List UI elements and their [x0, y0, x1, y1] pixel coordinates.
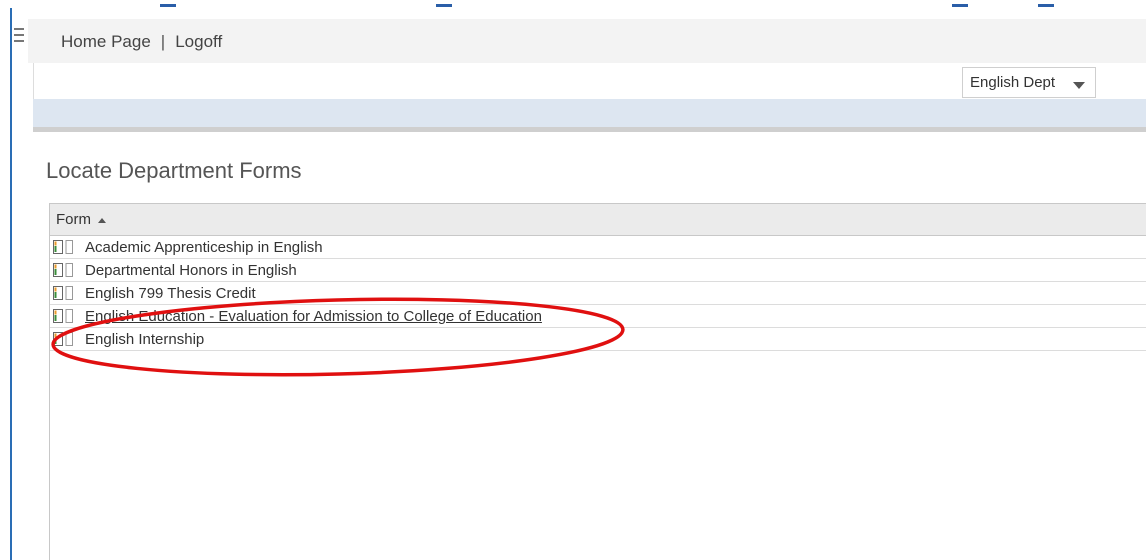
form-row[interactable]: English 799 Thesis Credit	[50, 282, 1146, 305]
hamburger-menu-icon[interactable]	[11, 24, 31, 52]
document-form-icon	[53, 309, 73, 323]
form-column-header[interactable]: Form	[56, 211, 91, 228]
sort-ascending-icon[interactable]	[98, 218, 106, 223]
browser-tab-indicator	[160, 4, 176, 7]
department-dropdown[interactable]: English Dept	[962, 67, 1096, 98]
form-row[interactable]: Academic Apprenticeship in English	[50, 236, 1146, 259]
top-nav: Home Page | Logoff	[61, 32, 222, 52]
home-page-link[interactable]: Home Page	[61, 32, 151, 51]
form-row[interactable]: English Education - Evaluation for Admis…	[50, 305, 1146, 328]
page-title: Locate Department Forms	[46, 158, 302, 183]
document-form-icon	[53, 332, 73, 346]
document-form-icon	[53, 263, 73, 277]
grid-header[interactable]: Form	[50, 203, 1146, 236]
window-frame-border	[10, 8, 12, 560]
forms-grid: Form Academic Apprenticeship in English …	[49, 203, 1146, 560]
form-row[interactable]: Departmental Honors in English	[50, 259, 1146, 282]
department-dropdown-value: English Dept	[970, 74, 1056, 91]
form-link[interactable]: English Education - Evaluation for Admis…	[85, 308, 542, 325]
document-form-icon	[53, 286, 73, 300]
logoff-link[interactable]: Logoff	[175, 32, 222, 51]
form-link[interactable]: English Internship	[85, 331, 204, 348]
document-form-icon	[53, 240, 73, 254]
dropdown-arrow-icon	[1073, 82, 1085, 89]
browser-tab-indicator	[1038, 4, 1054, 7]
form-link[interactable]: Academic Apprenticeship in English	[85, 239, 323, 256]
browser-tab-indicator	[436, 4, 452, 7]
browser-tab-indicator	[952, 4, 968, 7]
section-divider	[33, 127, 1146, 132]
form-link[interactable]: Departmental Honors in English	[85, 262, 297, 279]
form-link[interactable]: English 799 Thesis Credit	[85, 285, 256, 302]
accent-band	[33, 99, 1146, 127]
browser-top-strip	[0, 0, 1146, 8]
nav-separator: |	[160, 32, 166, 51]
form-row[interactable]: English Internship	[50, 328, 1146, 351]
